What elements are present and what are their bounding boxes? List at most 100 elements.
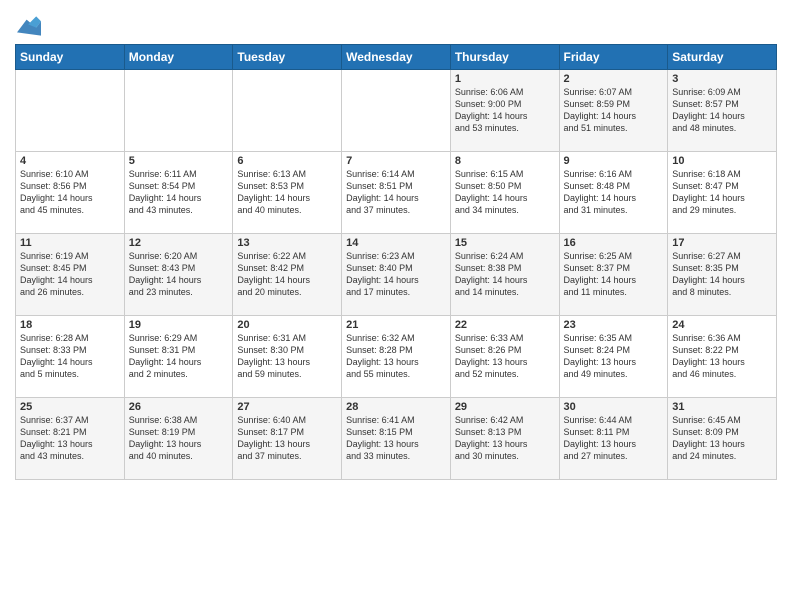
calendar-cell: 13Sunrise: 6:22 AM Sunset: 8:42 PM Dayli… (233, 234, 342, 316)
day-info: Sunrise: 6:41 AM Sunset: 8:15 PM Dayligh… (346, 414, 446, 463)
day-number: 28 (346, 401, 446, 413)
calendar-cell: 8Sunrise: 6:15 AM Sunset: 8:50 PM Daylig… (450, 152, 559, 234)
day-number: 14 (346, 237, 446, 249)
day-header-saturday: Saturday (668, 45, 777, 70)
calendar-cell: 22Sunrise: 6:33 AM Sunset: 8:26 PM Dayli… (450, 316, 559, 398)
day-number: 5 (129, 155, 229, 167)
calendar-cell: 26Sunrise: 6:38 AM Sunset: 8:19 PM Dayli… (124, 398, 233, 480)
calendar-cell: 18Sunrise: 6:28 AM Sunset: 8:33 PM Dayli… (16, 316, 125, 398)
calendar-cell: 11Sunrise: 6:19 AM Sunset: 8:45 PM Dayli… (16, 234, 125, 316)
week-row-2: 4Sunrise: 6:10 AM Sunset: 8:56 PM Daylig… (16, 152, 777, 234)
day-number: 6 (237, 155, 337, 167)
day-info: Sunrise: 6:18 AM Sunset: 8:47 PM Dayligh… (672, 168, 772, 217)
day-number: 25 (20, 401, 120, 413)
day-info: Sunrise: 6:44 AM Sunset: 8:11 PM Dayligh… (564, 414, 664, 463)
day-number: 17 (672, 237, 772, 249)
day-number: 24 (672, 319, 772, 331)
day-number: 8 (455, 155, 555, 167)
calendar-cell: 17Sunrise: 6:27 AM Sunset: 8:35 PM Dayli… (668, 234, 777, 316)
week-row-3: 11Sunrise: 6:19 AM Sunset: 8:45 PM Dayli… (16, 234, 777, 316)
day-number: 26 (129, 401, 229, 413)
day-number: 19 (129, 319, 229, 331)
calendar-cell: 15Sunrise: 6:24 AM Sunset: 8:38 PM Dayli… (450, 234, 559, 316)
day-header-sunday: Sunday (16, 45, 125, 70)
calendar-cell: 1Sunrise: 6:06 AM Sunset: 9:00 PM Daylig… (450, 70, 559, 152)
day-number: 2 (564, 73, 664, 85)
calendar-cell: 6Sunrise: 6:13 AM Sunset: 8:53 PM Daylig… (233, 152, 342, 234)
day-number: 16 (564, 237, 664, 249)
day-info: Sunrise: 6:22 AM Sunset: 8:42 PM Dayligh… (237, 250, 337, 299)
day-number: 20 (237, 319, 337, 331)
day-info: Sunrise: 6:09 AM Sunset: 8:57 PM Dayligh… (672, 86, 772, 135)
calendar-cell (124, 70, 233, 152)
day-number: 4 (20, 155, 120, 167)
calendar-cell: 23Sunrise: 6:35 AM Sunset: 8:24 PM Dayli… (559, 316, 668, 398)
day-info: Sunrise: 6:23 AM Sunset: 8:40 PM Dayligh… (346, 250, 446, 299)
day-info: Sunrise: 6:27 AM Sunset: 8:35 PM Dayligh… (672, 250, 772, 299)
day-info: Sunrise: 6:15 AM Sunset: 8:50 PM Dayligh… (455, 168, 555, 217)
day-info: Sunrise: 6:25 AM Sunset: 8:37 PM Dayligh… (564, 250, 664, 299)
page-container: SundayMondayTuesdayWednesdayThursdayFrid… (0, 0, 792, 490)
calendar-header-row: SundayMondayTuesdayWednesdayThursdayFrid… (16, 45, 777, 70)
calendar-cell: 9Sunrise: 6:16 AM Sunset: 8:48 PM Daylig… (559, 152, 668, 234)
day-number: 11 (20, 237, 120, 249)
calendar-cell: 19Sunrise: 6:29 AM Sunset: 8:31 PM Dayli… (124, 316, 233, 398)
calendar-cell (16, 70, 125, 152)
calendar-cell: 25Sunrise: 6:37 AM Sunset: 8:21 PM Dayli… (16, 398, 125, 480)
calendar-cell: 12Sunrise: 6:20 AM Sunset: 8:43 PM Dayli… (124, 234, 233, 316)
calendar-cell: 21Sunrise: 6:32 AM Sunset: 8:28 PM Dayli… (342, 316, 451, 398)
day-number: 7 (346, 155, 446, 167)
calendar-cell: 27Sunrise: 6:40 AM Sunset: 8:17 PM Dayli… (233, 398, 342, 480)
calendar-cell: 2Sunrise: 6:07 AM Sunset: 8:59 PM Daylig… (559, 70, 668, 152)
calendar-cell (342, 70, 451, 152)
calendar-cell: 5Sunrise: 6:11 AM Sunset: 8:54 PM Daylig… (124, 152, 233, 234)
day-number: 22 (455, 319, 555, 331)
day-info: Sunrise: 6:32 AM Sunset: 8:28 PM Dayligh… (346, 332, 446, 381)
day-info: Sunrise: 6:07 AM Sunset: 8:59 PM Dayligh… (564, 86, 664, 135)
calendar-table: SundayMondayTuesdayWednesdayThursdayFrid… (15, 44, 777, 480)
logo-icon (17, 14, 41, 38)
calendar-cell: 31Sunrise: 6:45 AM Sunset: 8:09 PM Dayli… (668, 398, 777, 480)
day-header-wednesday: Wednesday (342, 45, 451, 70)
week-row-5: 25Sunrise: 6:37 AM Sunset: 8:21 PM Dayli… (16, 398, 777, 480)
day-number: 18 (20, 319, 120, 331)
day-header-thursday: Thursday (450, 45, 559, 70)
calendar-cell: 4Sunrise: 6:10 AM Sunset: 8:56 PM Daylig… (16, 152, 125, 234)
day-number: 9 (564, 155, 664, 167)
calendar-cell: 7Sunrise: 6:14 AM Sunset: 8:51 PM Daylig… (342, 152, 451, 234)
calendar-cell: 16Sunrise: 6:25 AM Sunset: 8:37 PM Dayli… (559, 234, 668, 316)
day-info: Sunrise: 6:42 AM Sunset: 8:13 PM Dayligh… (455, 414, 555, 463)
day-header-monday: Monday (124, 45, 233, 70)
day-info: Sunrise: 6:36 AM Sunset: 8:22 PM Dayligh… (672, 332, 772, 381)
day-number: 30 (564, 401, 664, 413)
day-info: Sunrise: 6:29 AM Sunset: 8:31 PM Dayligh… (129, 332, 229, 381)
calendar-cell: 24Sunrise: 6:36 AM Sunset: 8:22 PM Dayli… (668, 316, 777, 398)
week-row-4: 18Sunrise: 6:28 AM Sunset: 8:33 PM Dayli… (16, 316, 777, 398)
day-number: 23 (564, 319, 664, 331)
day-info: Sunrise: 6:24 AM Sunset: 8:38 PM Dayligh… (455, 250, 555, 299)
logo (15, 14, 41, 38)
day-info: Sunrise: 6:06 AM Sunset: 9:00 PM Dayligh… (455, 86, 555, 135)
calendar-cell: 10Sunrise: 6:18 AM Sunset: 8:47 PM Dayli… (668, 152, 777, 234)
day-info: Sunrise: 6:45 AM Sunset: 8:09 PM Dayligh… (672, 414, 772, 463)
day-info: Sunrise: 6:16 AM Sunset: 8:48 PM Dayligh… (564, 168, 664, 217)
day-number: 13 (237, 237, 337, 249)
header (15, 10, 777, 38)
calendar-cell: 30Sunrise: 6:44 AM Sunset: 8:11 PM Dayli… (559, 398, 668, 480)
calendar-cell (233, 70, 342, 152)
day-info: Sunrise: 6:19 AM Sunset: 8:45 PM Dayligh… (20, 250, 120, 299)
day-info: Sunrise: 6:40 AM Sunset: 8:17 PM Dayligh… (237, 414, 337, 463)
day-number: 15 (455, 237, 555, 249)
day-header-tuesday: Tuesday (233, 45, 342, 70)
calendar-cell: 29Sunrise: 6:42 AM Sunset: 8:13 PM Dayli… (450, 398, 559, 480)
calendar-cell: 28Sunrise: 6:41 AM Sunset: 8:15 PM Dayli… (342, 398, 451, 480)
day-info: Sunrise: 6:33 AM Sunset: 8:26 PM Dayligh… (455, 332, 555, 381)
day-header-friday: Friday (559, 45, 668, 70)
week-row-1: 1Sunrise: 6:06 AM Sunset: 9:00 PM Daylig… (16, 70, 777, 152)
day-info: Sunrise: 6:35 AM Sunset: 8:24 PM Dayligh… (564, 332, 664, 381)
calendar-cell: 14Sunrise: 6:23 AM Sunset: 8:40 PM Dayli… (342, 234, 451, 316)
day-number: 1 (455, 73, 555, 85)
day-number: 29 (455, 401, 555, 413)
day-number: 21 (346, 319, 446, 331)
day-info: Sunrise: 6:14 AM Sunset: 8:51 PM Dayligh… (346, 168, 446, 217)
